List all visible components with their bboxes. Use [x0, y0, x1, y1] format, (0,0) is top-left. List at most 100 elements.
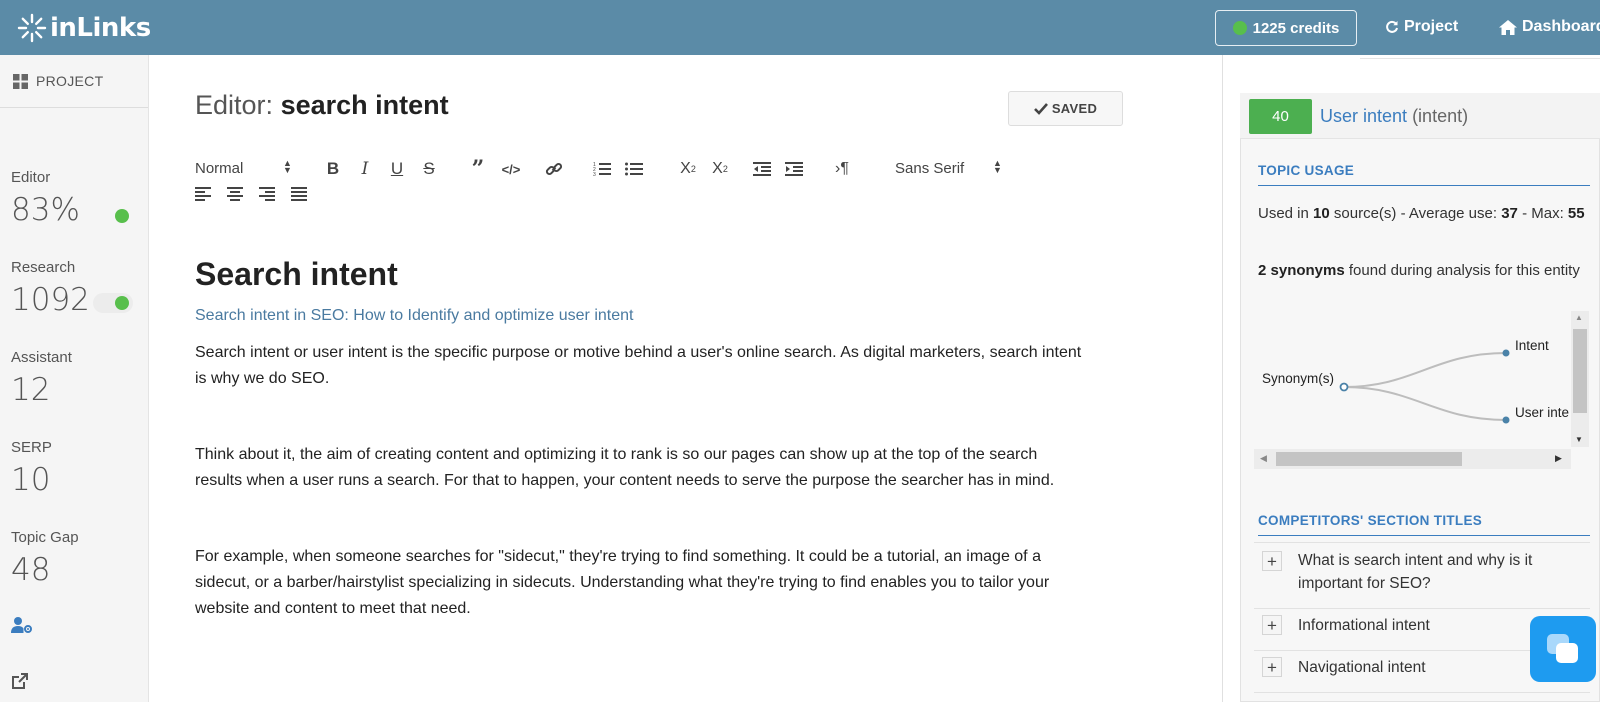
- document-paragraph[interactable]: For example, when someone searches for "…: [195, 544, 1085, 622]
- stat-serp[interactable]: SERP 10: [11, 439, 52, 498]
- tree-child-node[interactable]: [1502, 416, 1510, 424]
- plus-icon[interactable]: +: [1262, 551, 1282, 571]
- underline-icon[interactable]: U: [387, 159, 407, 179]
- indent-icon[interactable]: [783, 159, 805, 179]
- stat-topic-gap-value: 48: [11, 552, 51, 588]
- stat-topic-gap[interactable]: Topic Gap 48: [11, 529, 79, 588]
- stat-serp-label: SERP: [11, 439, 52, 456]
- scroll-left-icon[interactable]: ◀: [1260, 453, 1267, 464]
- synonym-tree[interactable]: Synonym(s) Intent User inte: [1254, 309, 1589, 469]
- blockquote-icon[interactable]: ”: [467, 156, 489, 182]
- check-icon: [1033, 102, 1048, 115]
- topic-usage-stats: Used in 10 source(s) - Average use: 37 -…: [1258, 202, 1588, 225]
- dashboard-link-label: Dashboard: [1522, 18, 1600, 35]
- subscript-icon[interactable]: X2: [677, 159, 699, 179]
- refresh-icon: [1386, 20, 1398, 33]
- format-select-value: Normal: [195, 159, 244, 177]
- competitor-title-text: What is search intent and why is it impo…: [1298, 552, 1533, 592]
- tree-child-node[interactable]: [1502, 349, 1510, 357]
- logo-text: inLinks: [50, 13, 151, 43]
- vertical-scroll-thumb[interactable]: [1573, 329, 1587, 413]
- average-use-label: source(s) - Average use:: [1333, 205, 1498, 222]
- stat-research[interactable]: Research 1092: [11, 259, 90, 318]
- project-link-label: Project: [1404, 18, 1459, 35]
- average-use-value: 37: [1501, 205, 1518, 222]
- tree-child-label: User inte: [1515, 405, 1570, 420]
- scroll-right-icon[interactable]: ▶: [1555, 453, 1562, 464]
- logo[interactable]: inLinks: [16, 12, 151, 44]
- bold-icon[interactable]: B: [323, 159, 343, 179]
- credits-status-dot: [1232, 21, 1247, 35]
- stat-editor[interactable]: Editor 83%: [11, 169, 80, 228]
- outdent-icon[interactable]: [751, 159, 773, 179]
- panel-top-strip: [1360, 55, 1600, 59]
- editor-title: Editor: search intent: [195, 90, 449, 121]
- document-paragraph[interactable]: Search intent or user intent is the spec…: [195, 340, 1085, 392]
- project-link[interactable]: Project: [1385, 18, 1458, 36]
- select-arrows-icon: ▲ ▼: [993, 158, 1002, 175]
- bullet-list-icon[interactable]: [623, 159, 645, 179]
- align-justify-icon[interactable]: [291, 186, 307, 202]
- plus-icon[interactable]: +: [1262, 657, 1282, 677]
- stat-assistant-value: 12: [11, 372, 51, 408]
- sources-count: 10: [1313, 205, 1330, 222]
- home-icon: [1499, 19, 1517, 35]
- max-label: - Max:: [1522, 205, 1564, 222]
- tree-child-label: Intent: [1515, 338, 1549, 353]
- tree-root-node[interactable]: [1339, 382, 1349, 392]
- superscript-icon[interactable]: X2: [709, 159, 731, 179]
- entity-score-badge: 40: [1249, 99, 1312, 134]
- horizontal-scroll-thumb[interactable]: [1276, 452, 1462, 466]
- tree-edge: [1343, 352, 1507, 388]
- synonyms-suffix: found during analysis for this entity: [1348, 262, 1580, 279]
- strikethrough-icon[interactable]: S: [419, 159, 439, 179]
- select-arrows-icon: ▲ ▼: [283, 158, 292, 175]
- editor-status-dot: [115, 209, 129, 223]
- vertical-scrollbar[interactable]: ▲ ▼: [1571, 311, 1589, 447]
- sidebar-project-link[interactable]: PROJECT: [0, 55, 148, 108]
- saved-button[interactable]: SAVED: [1008, 91, 1123, 126]
- scroll-down-icon[interactable]: ▼: [1575, 435, 1583, 444]
- topic-usage-heading: TOPIC USAGE: [1258, 163, 1590, 186]
- credits-button[interactable]: 1225 credits: [1215, 10, 1357, 46]
- user-settings-icon[interactable]: [11, 616, 33, 639]
- code-icon[interactable]: </>: [499, 159, 523, 179]
- tree-edge: [1343, 386, 1507, 421]
- align-center-icon[interactable]: [227, 186, 243, 202]
- used-in-label: Used in: [1258, 205, 1309, 222]
- external-link-icon[interactable]: [11, 672, 29, 695]
- italic-icon[interactable]: I: [355, 159, 375, 179]
- link-icon[interactable]: [543, 159, 565, 179]
- synonyms-count: 2 synonyms: [1258, 262, 1345, 279]
- stat-research-label: Research: [11, 259, 76, 276]
- ordered-list-icon[interactable]: 1 2 3: [591, 159, 613, 179]
- align-right-icon[interactable]: [259, 186, 275, 202]
- font-select[interactable]: Sans Serif ▲ ▼: [895, 157, 1005, 179]
- tree-root-label: Synonym(s): [1262, 371, 1335, 386]
- stat-research-value: 1092: [11, 282, 90, 318]
- competitor-title-item[interactable]: + What is search intent and why is it im…: [1254, 542, 1590, 598]
- sidebar-project-label: PROJECT: [36, 73, 104, 89]
- text-direction-icon[interactable]: ›¶: [831, 159, 853, 179]
- synonyms-summary: 2 synonyms found during analysis for thi…: [1258, 259, 1588, 282]
- dashboard-link[interactable]: Dashboard: [1499, 18, 1600, 36]
- plus-icon[interactable]: +: [1262, 615, 1282, 635]
- entity-title[interactable]: User intent (intent): [1320, 106, 1468, 127]
- stat-serp-value: 10: [11, 462, 51, 498]
- font-select-value: Sans Serif: [895, 159, 965, 177]
- grid-icon: [13, 73, 28, 89]
- entity-name: User intent: [1320, 106, 1408, 126]
- document-paragraph[interactable]: Think about it, the aim of creating cont…: [195, 442, 1085, 494]
- align-left-icon[interactable]: [195, 186, 211, 202]
- document-subheading[interactable]: Search intent in SEO: How to Identify an…: [195, 307, 633, 325]
- horizontal-scrollbar[interactable]: ◀ ▶: [1254, 449, 1571, 469]
- stat-assistant[interactable]: Assistant 12: [11, 349, 72, 408]
- competitor-title-item[interactable]: [1254, 692, 1590, 702]
- document-heading[interactable]: Search intent: [195, 256, 398, 293]
- scroll-up-icon[interactable]: ▲: [1575, 313, 1583, 322]
- chat-bubble-icon: [1547, 634, 1578, 663]
- research-status-dot: [115, 296, 129, 310]
- chat-widget-button[interactable]: [1530, 616, 1596, 682]
- stat-topic-gap-label: Topic Gap: [11, 529, 79, 546]
- format-select[interactable]: Normal ▲ ▼: [195, 157, 295, 179]
